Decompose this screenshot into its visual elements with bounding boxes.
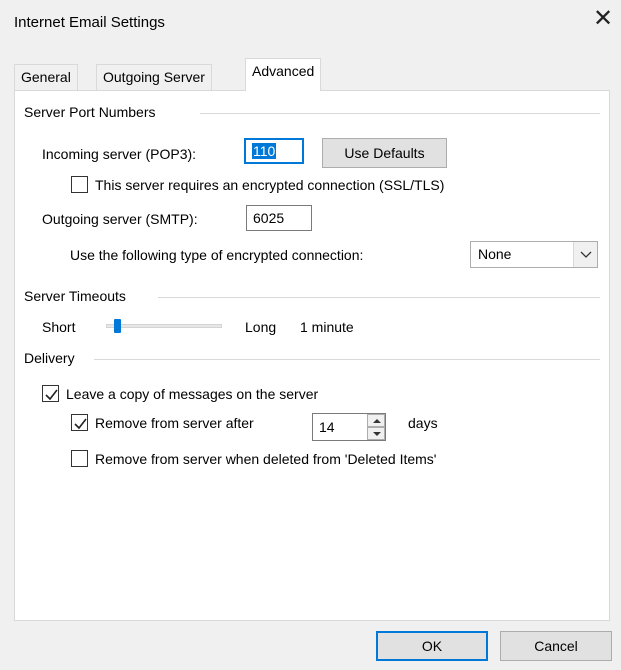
incoming-server-label: Incoming server (POP3):: [42, 146, 197, 162]
dialog-title: Internet Email Settings: [14, 14, 165, 31]
tab-advanced[interactable]: Advanced: [245, 58, 322, 91]
remove-after-label: Remove from server after: [95, 415, 254, 431]
checkmark-icon: [45, 389, 58, 401]
outgoing-port-value: 6025: [253, 210, 285, 226]
days-label: days: [408, 415, 438, 431]
outgoing-server-label: Outgoing server (SMTP):: [42, 211, 198, 227]
ssl-checkbox[interactable]: [71, 176, 88, 193]
delivery-heading: Delivery: [24, 350, 81, 366]
close-icon[interactable]: ✕: [590, 6, 616, 32]
spin-down-button[interactable]: [367, 427, 385, 440]
group-divider: [158, 297, 600, 298]
ssl-checkbox-label: This server requires an encrypted connec…: [95, 177, 445, 193]
outgoing-port-field[interactable]: 6025: [246, 205, 312, 231]
short-label: Short: [42, 319, 76, 335]
remove-deleted-label: Remove from server when deleted from 'De…: [95, 451, 437, 467]
tab-outgoing-server[interactable]: Outgoing Server: [96, 64, 212, 90]
arrow-down-icon: [373, 432, 381, 436]
days-spinner-value: 14: [319, 419, 335, 435]
ok-button[interactable]: OK: [376, 631, 488, 661]
leave-copy-checkbox[interactable]: [42, 385, 59, 402]
server-port-numbers-heading: Server Port Numbers: [24, 104, 162, 120]
checkmark-icon: [74, 418, 87, 430]
leave-copy-label: Leave a copy of messages on the server: [66, 386, 319, 402]
incoming-port-field[interactable]: 110: [244, 138, 304, 164]
use-defaults-button[interactable]: Use Defaults: [322, 138, 447, 168]
long-label: Long: [245, 319, 277, 335]
encryption-type-dropdown[interactable]: None: [470, 241, 598, 268]
chevron-down-icon[interactable]: [573, 242, 597, 267]
group-divider: [94, 359, 600, 360]
tab-general[interactable]: General: [14, 64, 78, 90]
timeout-slider-track[interactable]: [106, 324, 222, 328]
advanced-tab-panel: [14, 90, 610, 621]
encryption-type-value: None: [478, 246, 512, 262]
remove-deleted-checkbox[interactable]: [71, 450, 88, 467]
spin-up-button[interactable]: [367, 414, 385, 427]
timeout-value: 1 minute: [300, 319, 354, 335]
incoming-port-value: 110: [252, 143, 277, 159]
remove-after-checkbox[interactable]: [71, 414, 88, 431]
server-timeouts-heading: Server Timeouts: [24, 288, 132, 304]
group-divider: [200, 113, 600, 114]
cancel-button[interactable]: Cancel: [500, 631, 612, 661]
timeout-slider-thumb[interactable]: [114, 319, 122, 333]
encryption-type-label: Use the following type of encrypted conn…: [70, 247, 364, 263]
